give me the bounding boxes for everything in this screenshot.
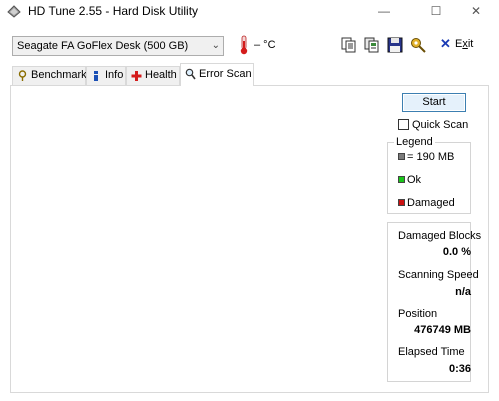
minimize-button[interactable]: — xyxy=(361,0,407,22)
legend-title: Legend xyxy=(394,136,435,148)
quick-scan-checkbox[interactable] xyxy=(398,119,409,130)
position-label: Position xyxy=(398,308,438,320)
save-icon[interactable] xyxy=(386,36,404,54)
copy-all-icon[interactable] xyxy=(363,36,381,54)
temperature-readout: – °C xyxy=(254,39,276,51)
scanning-speed-value: n/a xyxy=(455,286,471,298)
exit-label: Exit xyxy=(455,38,474,50)
app-icon xyxy=(7,5,21,18)
legend-block-size-label: = 190 MB xyxy=(407,151,455,163)
options-icon[interactable] xyxy=(409,36,427,54)
start-button[interactable]: Start xyxy=(402,93,466,112)
elapsed-time-value: 0:36 xyxy=(448,363,471,375)
damaged-blocks-label: Damaged Blocks xyxy=(398,230,482,242)
magnifier-icon xyxy=(185,68,196,80)
legend-ok-swatch xyxy=(398,176,405,183)
tab-label: Health xyxy=(145,69,177,81)
elapsed-time-label: Elapsed Time xyxy=(398,346,465,358)
position-value: 476749 MB xyxy=(414,324,471,336)
legend-damaged-swatch xyxy=(398,199,405,206)
scanning-speed-label: Scanning Speed xyxy=(398,269,479,281)
info-icon xyxy=(94,71,98,81)
title-bar: HD Tune 2.55 - Hard Disk Utility — ☐ ✕ xyxy=(0,0,499,22)
benchmark-icon xyxy=(18,70,27,81)
health-cross-icon xyxy=(131,71,142,81)
damaged-blocks-value: 0.0 % xyxy=(442,246,471,258)
tab-info[interactable]: Info xyxy=(86,66,126,85)
legend-damaged-label: Damaged xyxy=(407,197,455,209)
drive-select[interactable]: Seagate FA GoFlex Desk (500 GB) ⌄ xyxy=(12,36,224,56)
close-button[interactable]: ✕ xyxy=(453,0,499,22)
chevron-down-icon: ⌄ xyxy=(211,40,220,51)
tab-error-scan[interactable]: Error Scan xyxy=(180,63,254,86)
legend-block-size-swatch xyxy=(398,153,405,160)
copy-icon[interactable] xyxy=(340,36,358,54)
window-title: HD Tune 2.55 - Hard Disk Utility xyxy=(28,4,199,18)
drive-select-value: Seagate FA GoFlex Desk (500 GB) xyxy=(17,40,189,52)
legend-ok-label: Ok xyxy=(407,174,422,186)
tab-label: Benchmark xyxy=(31,69,87,81)
tab-label: Error Scan xyxy=(199,68,252,80)
exit-button[interactable]: ✕ Exit xyxy=(440,37,480,53)
tab-label: Info xyxy=(105,69,124,81)
exit-icon: ✕ xyxy=(440,36,451,51)
tab-health[interactable]: Health xyxy=(126,66,180,85)
tab-benchmark[interactable]: Benchmark xyxy=(12,66,87,85)
thermometer-icon xyxy=(240,35,248,55)
quick-scan-label: Quick Scan xyxy=(412,119,469,131)
